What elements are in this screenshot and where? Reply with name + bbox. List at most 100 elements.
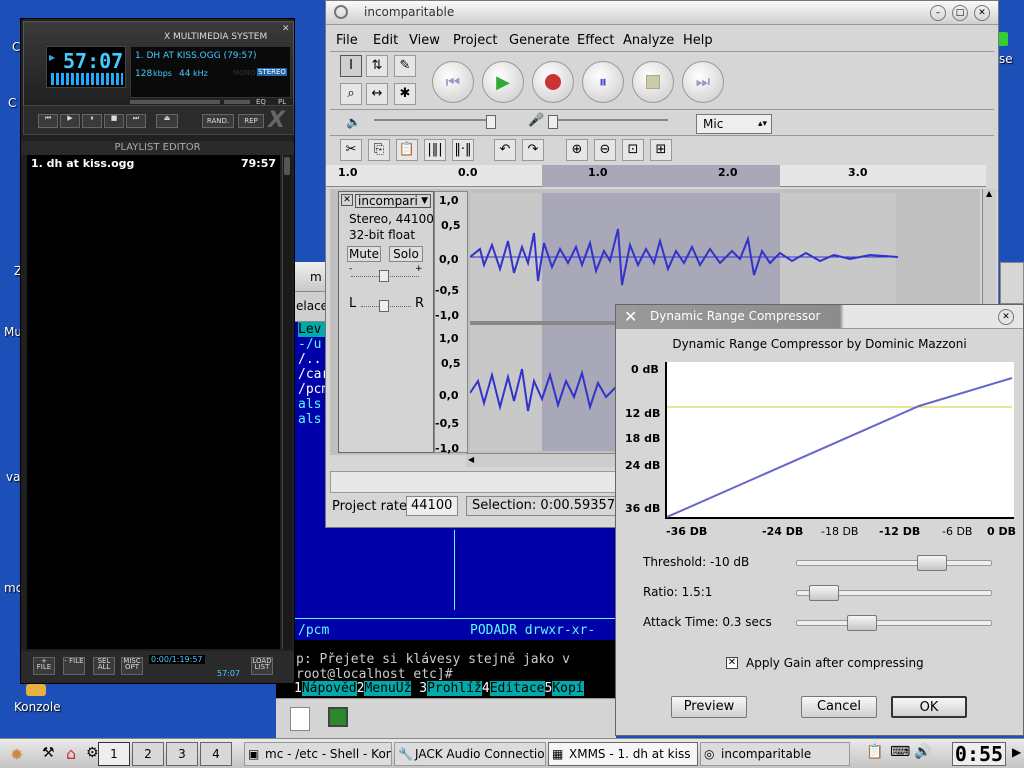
add-file-button[interactable]: + FILE <box>33 657 55 675</box>
menu-file[interactable]: File <box>336 33 358 48</box>
waveform-left-channel[interactable] <box>470 193 976 321</box>
konzole-label[interactable]: Konzole <box>14 700 61 714</box>
pause-button[interactable]: ⏸ <box>582 61 624 103</box>
ratio-slider-thumb[interactable] <box>809 585 839 601</box>
redo-icon[interactable]: ↷ <box>522 139 544 161</box>
eject-button[interactable]: ⏏ <box>156 114 178 128</box>
skip-start-button[interactable]: ⏮ <box>432 61 474 103</box>
desktop-2[interactable]: 2 <box>132 742 164 766</box>
taskbar-scroll-icon[interactable]: ▶ <box>1012 745 1021 759</box>
playlist-item[interactable]: 1. dh at kiss.ogg 79:57 <box>27 155 280 170</box>
kde-menu-icon[interactable]: ✹ <box>10 745 23 764</box>
multi-tool-icon[interactable]: ✱ <box>394 83 416 105</box>
playlist[interactable]: 1. dh at kiss.ogg 79:57 <box>27 155 280 649</box>
track-name-menu[interactable]: incompari ▼ <box>355 194 431 208</box>
zoom-out-icon[interactable]: ⊖ <box>594 139 616 161</box>
stop-button[interactable]: ■ <box>104 114 124 128</box>
task-jack[interactable]: 🔧 JACK Audio Connectio <box>394 742 546 766</box>
desktop-icon-label[interactable]: C <box>8 96 16 110</box>
misc-options-button[interactable]: MISC OPT <box>121 657 143 675</box>
select-all-button[interactable]: SEL ALL <box>93 657 115 675</box>
xmms-window[interactable]: X MULTIMEDIA SYSTEM ✕ ▶ 57:07 1. DH AT K… <box>20 18 295 684</box>
menu-generate[interactable]: Generate <box>509 33 570 48</box>
timeshift-tool-icon[interactable]: ↔ <box>366 83 388 105</box>
skip-end-button[interactable]: ⏭ <box>682 61 724 103</box>
desktop-3[interactable]: 3 <box>166 742 198 766</box>
timeline-ruler[interactable]: 1.0 0.0 1.0 2.0 3.0 <box>326 165 986 187</box>
fit-project-icon[interactable]: ⊞ <box>650 139 672 161</box>
balance-slider[interactable] <box>224 100 250 104</box>
volume-slider[interactable] <box>130 100 220 104</box>
cancel-button[interactable]: Cancel <box>801 696 877 718</box>
ratio-slider[interactable] <box>796 585 992 601</box>
pause-button[interactable]: ⏸ <box>82 114 102 128</box>
new-tab-icon[interactable] <box>290 707 310 731</box>
load-list-button[interactable]: LOAD LIST <box>251 657 273 675</box>
preview-button[interactable]: Preview <box>671 696 747 718</box>
input-source-select[interactable]: Mic ▴▾ <box>696 114 772 134</box>
mute-button[interactable]: Mute <box>347 246 381 262</box>
draw-tool-icon[interactable]: ✎ <box>394 55 416 77</box>
menu-help[interactable]: Help <box>683 33 713 48</box>
ok-button[interactable]: OK <box>891 696 967 718</box>
desktop-icon-label[interactable]: va <box>6 470 20 484</box>
maximize-icon[interactable]: □ <box>952 5 968 21</box>
compressor-dialog[interactable]: ✕ Dynamic Range Compressor ✕ Dynamic Ran… <box>615 304 1024 736</box>
repeat-button[interactable]: REP <box>238 114 264 128</box>
undo-icon[interactable]: ↶ <box>494 139 516 161</box>
konzole-icon[interactable] <box>26 684 46 696</box>
track-control-panel[interactable]: ✕ incompari ▼ Stereo, 44100 Hz 32-bit fl… <box>338 191 453 453</box>
keyboard-icon[interactable]: ⌨ <box>890 744 910 760</box>
dialog-close-icon[interactable]: ✕ <box>998 309 1014 325</box>
silence-icon[interactable]: ‖·‖ <box>452 139 474 161</box>
prev-track-button[interactable]: ⏮ <box>38 114 58 128</box>
xmms-close-icon[interactable]: ✕ <box>282 24 292 34</box>
envelope-tool-icon[interactable]: ⇅ <box>366 55 388 77</box>
play-button[interactable]: ▶ <box>60 114 80 128</box>
cut-icon[interactable]: ✂ <box>340 139 362 161</box>
stop-button[interactable] <box>632 61 674 103</box>
desktop-1[interactable]: 1 <box>98 742 130 766</box>
playlist-scrollbar[interactable] <box>282 155 292 649</box>
scrollbar-thumb[interactable] <box>284 157 290 175</box>
menu-effect[interactable]: Effect <box>577 33 614 48</box>
input-volume-slider[interactable] <box>548 119 668 121</box>
close-icon[interactable]: ✕ <box>974 5 990 21</box>
attack-time-slider-thumb[interactable] <box>847 615 877 631</box>
project-rate-field[interactable]: 44100 <box>406 496 458 516</box>
task-audacity[interactable]: ◎ incomparitable <box>700 742 850 766</box>
volume-icon[interactable]: 🔊 <box>914 744 931 760</box>
browser-icon[interactable]: ⚙ <box>86 745 99 761</box>
clock[interactable]: 0:55 <box>952 742 1006 766</box>
menu-project[interactable]: Project <box>453 33 497 48</box>
dialog-titlebar[interactable]: ✕ Dynamic Range Compressor ✕ <box>616 305 1023 329</box>
terminal-icon[interactable] <box>328 707 348 727</box>
gain-slider-thumb[interactable] <box>379 270 389 282</box>
output-volume-slider[interactable] <box>374 119 494 121</box>
record-button[interactable] <box>532 61 574 103</box>
task-mc-shell[interactable]: ▣ mc - /etc - Shell - Kon <box>244 742 392 766</box>
fit-selection-icon[interactable]: ⊡ <box>622 139 644 161</box>
next-track-button[interactable]: ⏭ <box>126 114 146 128</box>
scroll-up-icon[interactable]: ▲ <box>986 189 992 198</box>
clipboard-icon[interactable]: 📋 <box>866 744 883 760</box>
zoom-in-icon[interactable]: ⊕ <box>566 139 588 161</box>
track-close-icon[interactable]: ✕ <box>341 194 353 206</box>
threshold-slider[interactable] <box>796 555 992 571</box>
minimize-icon[interactable]: – <box>930 5 946 21</box>
home-icon[interactable]: ⌂ <box>66 744 76 763</box>
pan-slider-thumb[interactable] <box>379 300 389 312</box>
play-button[interactable]: ▶ <box>482 61 524 103</box>
audacity-titlebar[interactable]: incomparitable – □ ✕ <box>326 1 998 25</box>
desktop-4[interactable]: 4 <box>200 742 232 766</box>
copy-icon[interactable]: ⎘ <box>368 139 390 161</box>
tools-icon[interactable]: ⚒ <box>42 745 55 761</box>
menu-analyze[interactable]: Analyze <box>623 33 674 48</box>
fkey-menu[interactable]: MenuUž <box>364 681 412 696</box>
paste-icon[interactable]: 📋 <box>396 139 418 161</box>
fkey-view[interactable]: Prohlíž <box>427 681 482 696</box>
output-volume-thumb[interactable] <box>486 115 496 129</box>
fkey-edit[interactable]: Editace <box>489 681 545 696</box>
shuffle-button[interactable]: RAND. <box>202 114 234 128</box>
terminal-tab[interactable]: elace <box>296 299 328 313</box>
